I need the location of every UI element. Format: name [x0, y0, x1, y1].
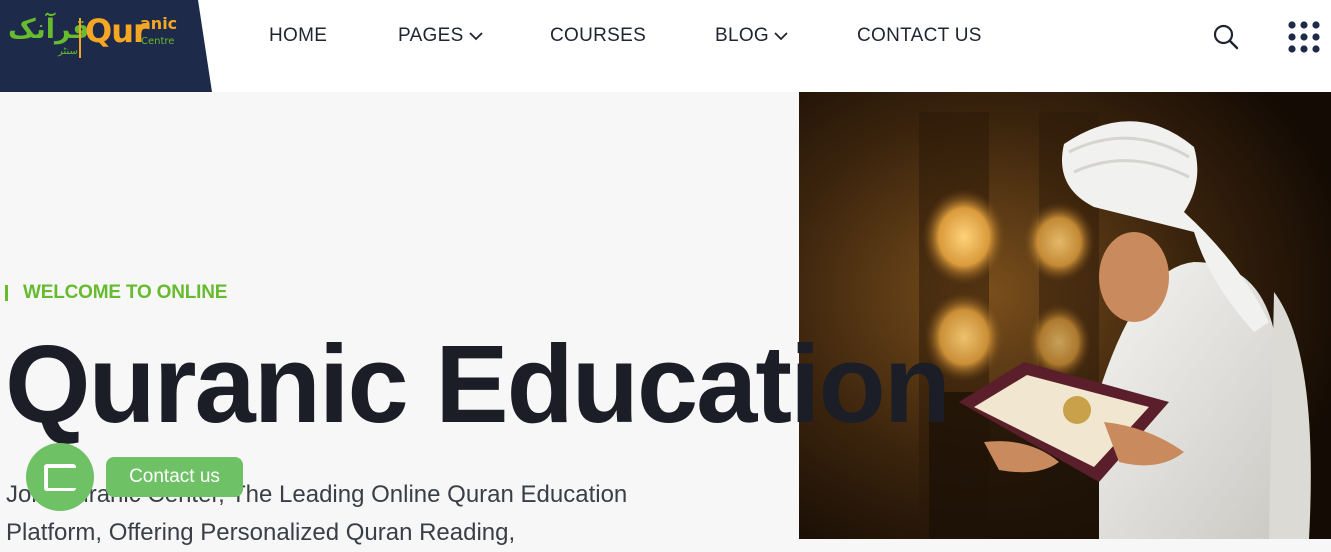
logo-arabic-subtext: سنٹر	[58, 46, 78, 57]
chevron-down-icon	[468, 32, 483, 41]
chevron-down-icon	[774, 32, 788, 41]
nav-home[interactable]: HOME	[269, 25, 327, 47]
nav-pages[interactable]: PAGES	[398, 25, 484, 47]
boy-reading-quran-illustration	[799, 92, 1331, 539]
nav-courses[interactable]: COURSES	[550, 25, 646, 47]
site-header: قرآنک سنٹر Qur anic Centre HOME PAGES CO…	[0, 0, 1331, 92]
hero-eyebrow: WELCOME TO ONLINE	[23, 282, 228, 303]
nav-home-label: HOME	[269, 25, 328, 46]
logo-centre-text: Centre	[141, 36, 175, 47]
logo-qur-text: Qur	[85, 12, 149, 50]
logo-arabic-text: قرآنک	[8, 14, 90, 45]
grid-menu-icon[interactable]	[1286, 19, 1322, 55]
logo-divider	[79, 18, 81, 58]
logo[interactable]: قرآنک سنٹر Qur anic Centre	[0, 0, 212, 92]
hero-title: Quranic Education	[5, 323, 951, 446]
contact-us-bubble[interactable]: Contact us	[106, 457, 243, 497]
hero-image	[799, 92, 1331, 539]
nav-blog-label: BLOG	[715, 25, 769, 46]
search-icon[interactable]	[1212, 23, 1240, 51]
nav-contact-us-label: CONTACT US	[857, 25, 982, 46]
nav-contact-us[interactable]: CONTACT US	[857, 25, 982, 47]
nav-blog[interactable]: BLOG	[715, 25, 789, 47]
nav-pages-label: PAGES	[398, 25, 464, 46]
eyebrow-bar	[5, 285, 8, 301]
logo-anic-text: anic	[140, 14, 178, 33]
nav-courses-label: COURSES	[550, 25, 647, 46]
chat-icon	[44, 464, 76, 491]
contact-us-label: Contact us	[129, 466, 220, 487]
chat-launcher-button[interactable]	[26, 443, 94, 511]
